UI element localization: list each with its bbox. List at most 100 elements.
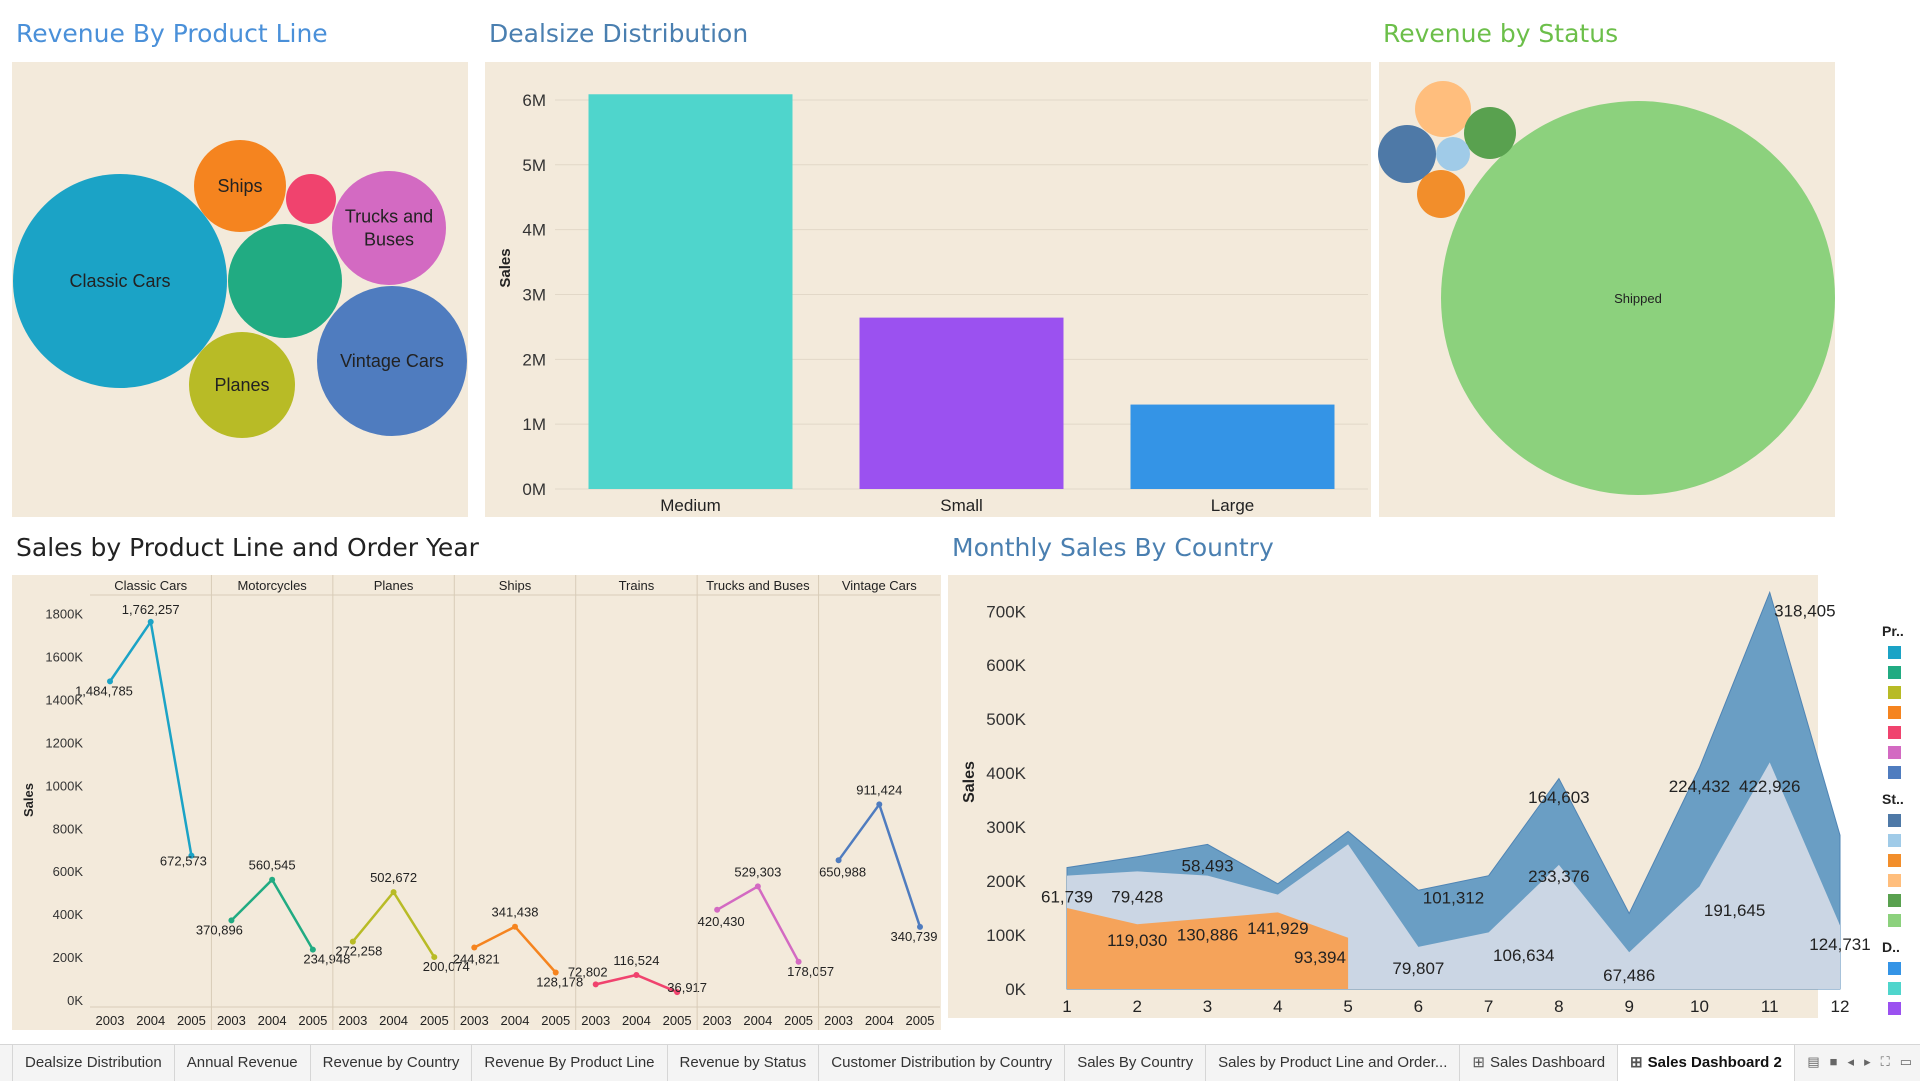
- sales-point: [390, 889, 397, 896]
- monthly-data-label: 67,486: [1603, 966, 1655, 985]
- monthly-ytick-label: 300K: [986, 818, 1026, 837]
- sheet-tab[interactable]: Dealsize Distribution: [13, 1045, 175, 1081]
- sheet-tab[interactable]: Sales By Country: [1065, 1045, 1207, 1081]
- monthly-month-tick-label: 6: [1414, 997, 1423, 1016]
- legend-swatch: [1888, 646, 1901, 659]
- monthly-ytick-label: 0K: [1005, 980, 1026, 999]
- monthly-data-label: 101,312: [1423, 889, 1484, 908]
- sales-ytick-label: 400K: [53, 907, 84, 922]
- sales-data-label: 911,424: [856, 782, 902, 797]
- dealsize-ytick-label: 5M: [522, 156, 546, 175]
- sales-year-tick-label: 2003: [581, 1013, 610, 1028]
- sales-y-axis-label: Sales: [21, 783, 36, 817]
- monthly-month-tick-label: 7: [1484, 997, 1493, 1016]
- monthly-y-axis-label: Sales: [961, 761, 978, 803]
- monthly-month-tick-label: 11: [1761, 997, 1779, 1016]
- facet-header-label: Classic Cars: [114, 578, 187, 593]
- sales-year-tick-label: 2003: [703, 1013, 732, 1028]
- sheet-tab[interactable]: ⊞ Sales Dashboard: [1460, 1045, 1619, 1081]
- legend-swatch: [1888, 814, 1901, 827]
- sales-year-tick-label: 2003: [824, 1013, 853, 1028]
- sales-ytick-label: 1800K: [45, 607, 83, 622]
- grid-view-icon[interactable]: ▤: [1807, 1054, 1819, 1070]
- monthly-data-label: 58,493: [1182, 856, 1234, 875]
- sales-point: [147, 618, 154, 625]
- monthly-data-label: 164,603: [1528, 788, 1589, 807]
- monthly-month-tick-label: 4: [1273, 997, 1282, 1016]
- sheet-tab[interactable]: Customer Distribution by Country: [819, 1045, 1066, 1081]
- sales-data-label: 650,988: [819, 864, 866, 879]
- dealsize-ytick-label: 2M: [522, 350, 546, 369]
- sales-point: [633, 971, 640, 978]
- sales-data-label: 341,438: [492, 905, 539, 920]
- sales-data-label: 672,573: [160, 854, 207, 869]
- sales-year-tick-label: 2005: [906, 1013, 935, 1028]
- sheet-tab[interactable]: ⊞ Sales Dashboard 2: [1618, 1045, 1795, 1081]
- product-bubble: [286, 174, 336, 224]
- monthly-data-label: 106,634: [1493, 946, 1554, 965]
- sales-year-tick-label: 2003: [96, 1013, 125, 1028]
- sales-year-tick-label: 2005: [541, 1013, 570, 1028]
- sales-point: [754, 883, 761, 890]
- scroll-left-icon[interactable]: ◂: [1848, 1054, 1855, 1070]
- sheet-tab[interactable]: Sales by Product Line and Order...: [1206, 1045, 1461, 1081]
- dealsize-category-label: Small: [940, 496, 983, 515]
- legend-swatch: [1888, 834, 1901, 847]
- sheet-tab-label: Sales By Country: [1077, 1054, 1194, 1071]
- legend-group-title: Pr..: [1882, 623, 1904, 639]
- sheet-tab[interactable]: Annual Revenue: [175, 1045, 311, 1081]
- fullscreen-icon[interactable]: ⛶: [1881, 1054, 1890, 1070]
- sales-ytick-label: 1200K: [45, 735, 83, 750]
- product-bubble-label: Trucks and: [345, 207, 433, 227]
- monthly-month-tick-label: 3: [1203, 997, 1212, 1016]
- facet-header-label: Motorcycles: [237, 578, 307, 593]
- monthly-data-label: 191,645: [1704, 901, 1765, 920]
- product-bubble: [228, 224, 342, 338]
- sales-year-tick-label: 2004: [136, 1013, 165, 1028]
- legend-swatch: [1888, 982, 1901, 995]
- sales-data-label: 1,762,257: [122, 602, 180, 617]
- tab-scroll-edge[interactable]: [0, 1045, 13, 1081]
- tab-controls: ▤ ■ ◂ ▸ ⛶ ▭: [1807, 1054, 1912, 1070]
- status-bubble-label: Shipped: [1614, 291, 1662, 306]
- sheet-tab-label: Customer Distribution by Country: [831, 1054, 1053, 1071]
- sales-year-tick-label: 2005: [298, 1013, 327, 1028]
- product-bubble-label: Buses: [364, 230, 414, 250]
- sheet-tab-label: Revenue by Status: [679, 1054, 807, 1071]
- product-bubble-label: Classic Cars: [69, 271, 170, 291]
- monthly-month-tick-label: 1: [1062, 997, 1071, 1016]
- sheet-tab[interactable]: Revenue by Status: [668, 1045, 820, 1081]
- facet-header-label: Vintage Cars: [842, 578, 917, 593]
- legend-group-title: D..: [1882, 939, 1900, 955]
- present-icon[interactable]: ▭: [1900, 1054, 1912, 1070]
- title-sales-by-product-line-year: Sales by Product Line and Order Year: [16, 533, 480, 562]
- monthly-ytick-label: 600K: [986, 656, 1026, 675]
- monthly-month-tick-label: 2: [1133, 997, 1142, 1016]
- title-dealsize-distribution: Dealsize Distribution: [489, 19, 748, 48]
- monthly-data-label: 318,405: [1774, 602, 1835, 621]
- monthly-ytick-label: 500K: [986, 710, 1026, 729]
- sales-data-label: 502,672: [370, 870, 417, 885]
- filmstrip-icon[interactable]: ■: [1830, 1054, 1838, 1070]
- monthly-data-label: 224,432: [1669, 777, 1730, 796]
- sheet-tab[interactable]: Revenue By Product Line: [472, 1045, 668, 1081]
- monthly-ytick-label: 400K: [986, 764, 1026, 783]
- monthly-ytick-label: 200K: [986, 872, 1026, 891]
- sales-ytick-label: 1600K: [45, 650, 83, 665]
- sales-year-tick-label: 2005: [784, 1013, 813, 1028]
- sheet-tab[interactable]: Revenue by Country: [311, 1045, 473, 1081]
- facet-header-label: Trains: [619, 578, 655, 593]
- dashboard-icon: ⊞: [1630, 1054, 1643, 1071]
- scroll-right-icon[interactable]: ▸: [1864, 1054, 1871, 1070]
- sales-year-tick-label: 2003: [460, 1013, 489, 1028]
- facet-header-label: Planes: [374, 578, 414, 593]
- sales-year-tick-label: 2005: [177, 1013, 206, 1028]
- sales-ytick-label: 200K: [53, 950, 84, 965]
- monthly-data-label: 124,731: [1809, 935, 1870, 954]
- monthly-data-label: 79,807: [1392, 959, 1444, 978]
- status-bubble: [1415, 81, 1471, 137]
- monthly-data-label: 130,886: [1177, 925, 1238, 944]
- sales-point: [512, 923, 518, 930]
- sheet-tab-label: Sales Dashboard 2: [1647, 1054, 1782, 1071]
- sales-ytick-label: 600K: [53, 864, 84, 879]
